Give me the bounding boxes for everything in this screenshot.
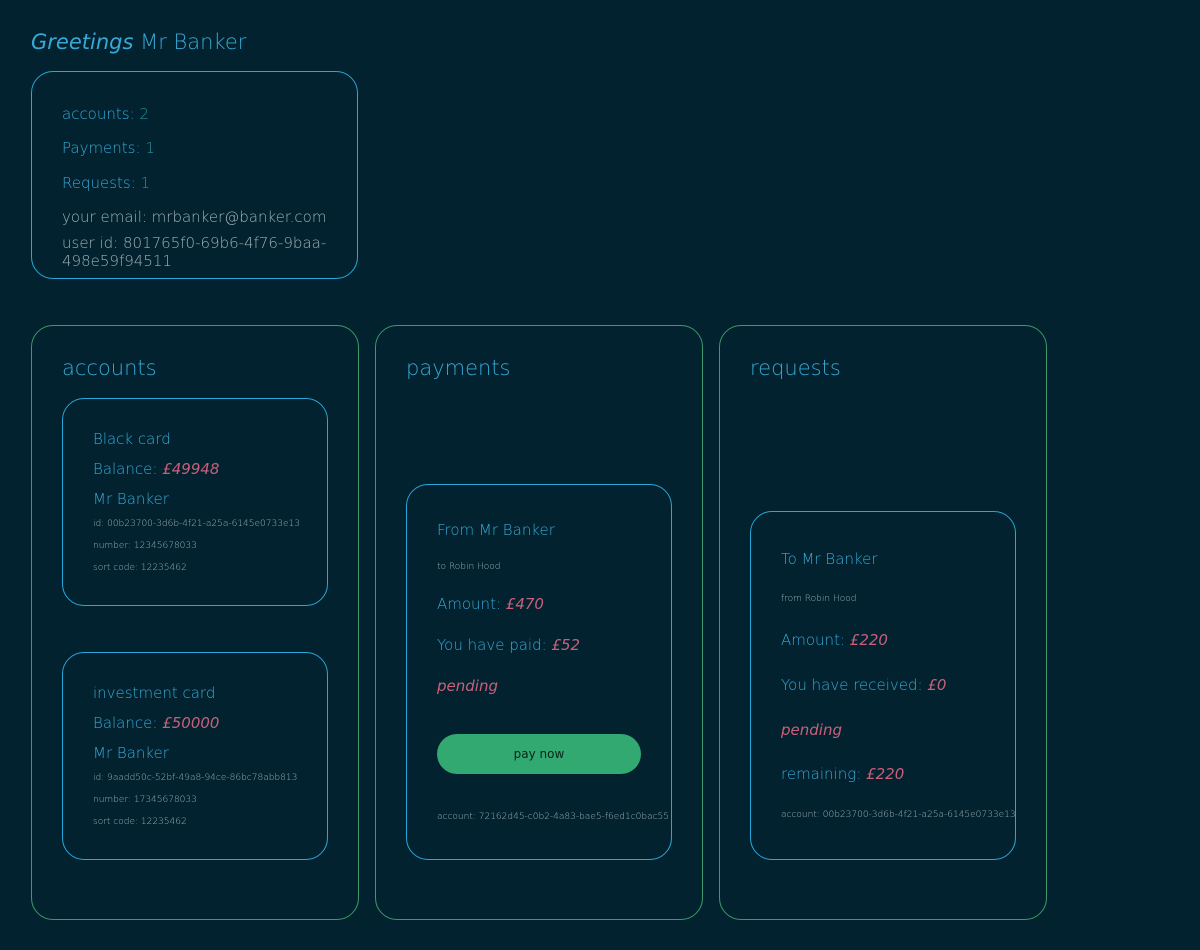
requests-count-value: 1 (140, 174, 151, 192)
amount-value: £220 (849, 631, 888, 649)
balance-value: £49948 (162, 460, 220, 478)
paid-label: You have paid: (437, 636, 547, 654)
received-label: You have received: (781, 676, 923, 694)
payment-account: account: 72162d45-c0b2-4a83-bae5-f6ed1c0… (437, 812, 670, 822)
greeting-prefix: Greetings (31, 30, 134, 54)
accounts-count-label: accounts: (62, 105, 135, 123)
received-value: £0 (927, 676, 947, 694)
payments-count-value: 1 (145, 139, 155, 157)
payment-card: From Mr Banker to Robin Hood Amount: £47… (406, 484, 672, 860)
balance-value: £50000 (162, 714, 220, 732)
request-to: To Mr Banker (781, 550, 878, 568)
card-sort-code: sort code: 12235462 (93, 817, 187, 827)
amount-value: £470 (505, 595, 544, 613)
payment-amount: Amount: £470 (437, 595, 544, 613)
card-number: number: 17345678033 (93, 795, 197, 805)
amount-label: Amount: (781, 631, 845, 649)
payments-count: Payments: 1 (62, 139, 155, 157)
requests-count: Requests: 1 (62, 174, 150, 192)
amount-label: Amount: (437, 595, 501, 613)
balance-label: Balance: (93, 714, 158, 732)
request-card: To Mr Banker from Robin Hood Amount: £22… (750, 511, 1016, 860)
payments-count-label: Payments: (62, 139, 141, 157)
card-id: id: 9aadd50c-52bf-49a8-94ce-86bc78abb813 (93, 773, 298, 783)
card-balance: Balance: £50000 (93, 714, 219, 732)
request-amount: Amount: £220 (781, 631, 888, 649)
remaining-value: £220 (866, 765, 905, 783)
account-card: investment card Balance: £50000 Mr Banke… (62, 652, 328, 860)
paid-value: £52 (551, 636, 581, 654)
summary-panel: accounts: 2 Payments: 1 Requests: 1 your… (31, 71, 358, 279)
card-owner: Mr Banker (93, 744, 169, 762)
accounts-count-value: 2 (139, 105, 149, 123)
payment-status: pending (437, 677, 498, 695)
page-title: Greetings Mr Banker (31, 30, 246, 54)
accounts-title: accounts (62, 356, 157, 380)
card-owner: Mr Banker (93, 490, 169, 508)
card-number: number: 12345678033 (93, 541, 197, 551)
pay-now-button[interactable]: pay now (437, 734, 641, 774)
payment-from: From Mr Banker (437, 521, 555, 539)
request-account: account: 00b23700-3d6b-4f21-a25a-6145e07… (781, 810, 1016, 820)
card-name: Black card (93, 430, 171, 448)
user-email: your email: mrbanker@banker.com (62, 208, 327, 226)
payments-section: payments From Mr Banker to Robin Hood Am… (375, 325, 703, 920)
card-name: investment card (93, 684, 216, 702)
request-remaining: remaining: £220 (781, 765, 904, 783)
remaining-label: remaining: (781, 765, 862, 783)
greeting-name: Mr Banker (140, 30, 247, 54)
account-card: Black card Balance: £49948 Mr Banker id:… (62, 398, 328, 606)
payment-paid: You have paid: £52 (437, 636, 580, 654)
balance-label: Balance: (93, 460, 158, 478)
request-from: from Robin Hood (781, 594, 857, 604)
payment-to: to Robin Hood (437, 562, 501, 572)
request-status: pending (781, 721, 842, 739)
payments-title: payments (406, 356, 511, 380)
requests-section: requests To Mr Banker from Robin Hood Am… (719, 325, 1047, 920)
requests-title: requests (750, 356, 841, 380)
card-id: id: 00b23700-3d6b-4f21-a25a-6145e0733e13 (93, 519, 300, 529)
request-received: You have received: £0 (781, 676, 946, 694)
requests-count-label: Requests: (62, 174, 136, 192)
user-id: user id: 801765f0-69b6-4f76-9baa-498e59f… (62, 234, 327, 270)
accounts-count: accounts: 2 (62, 105, 149, 123)
card-sort-code: sort code: 12235462 (93, 563, 187, 573)
accounts-section: accounts Black card Balance: £49948 Mr B… (31, 325, 359, 920)
card-balance: Balance: £49948 (93, 460, 219, 478)
